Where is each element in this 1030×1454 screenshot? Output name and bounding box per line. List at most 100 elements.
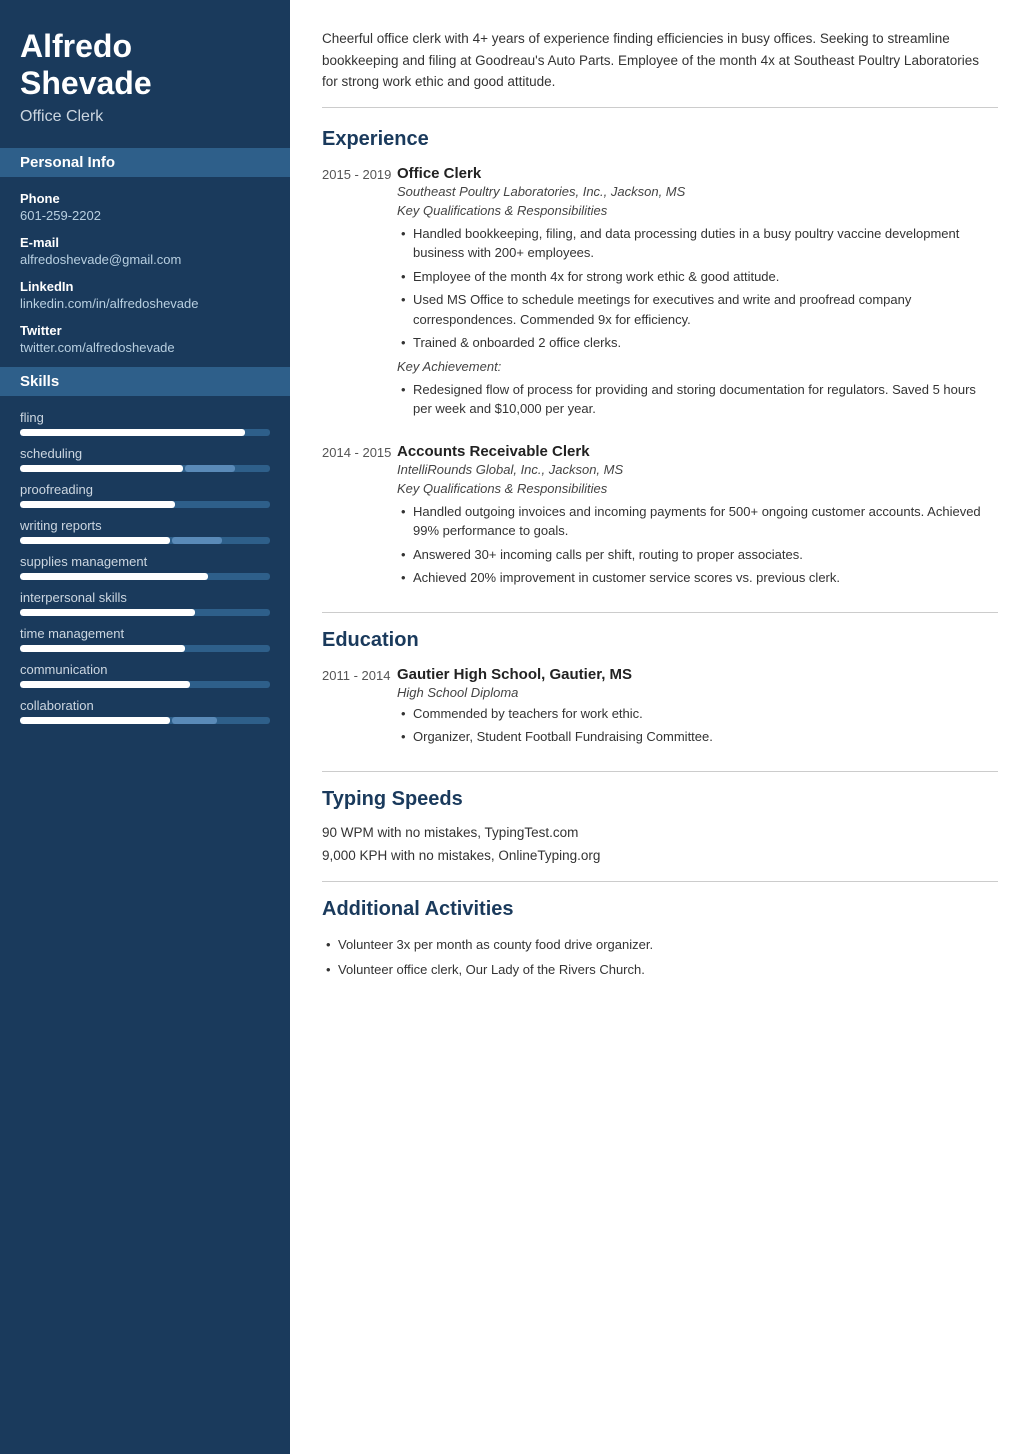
skill-name: interpersonal skills bbox=[20, 590, 270, 605]
skill-item: proofreading bbox=[20, 482, 270, 508]
skill-bar-fill bbox=[20, 465, 183, 472]
experience-title: Experience bbox=[322, 128, 998, 151]
entry-job-title: Accounts Receivable Clerk bbox=[397, 443, 998, 460]
education-list: 2011 - 2014Gautier High School, Gautier,… bbox=[322, 666, 998, 753]
typing-list: 90 WPM with no mistakes, TypingTest.com 9… bbox=[322, 825, 998, 863]
twitter-label: Twitter bbox=[20, 323, 270, 338]
skill-bar-fill bbox=[20, 429, 245, 436]
entry-dates: 2015 - 2019 bbox=[322, 165, 397, 425]
entry-bullets-list: Commended by teachers for work ethic. Org… bbox=[397, 704, 998, 747]
entry-dates: 2014 - 2015 bbox=[322, 443, 397, 594]
experience-entry: 2015 - 2019Office Clerk Southeast Poultry… bbox=[322, 165, 998, 425]
education-entry: 2011 - 2014Gautier High School, Gautier,… bbox=[322, 666, 998, 753]
skill-item: time management bbox=[20, 626, 270, 652]
skill-bar-extra bbox=[172, 537, 222, 544]
personal-info-header: Personal Info bbox=[0, 148, 290, 177]
skill-item: supplies management bbox=[20, 554, 270, 580]
skill-bar-fill bbox=[20, 717, 170, 724]
skill-item: writing reports bbox=[20, 518, 270, 544]
skills-header: Skills bbox=[0, 367, 290, 396]
skill-bar-background bbox=[20, 537, 270, 544]
entry-body: Accounts Receivable Clerk IntelliRounds G… bbox=[397, 443, 998, 594]
email-value: alfredoshevade@gmail.com bbox=[20, 252, 270, 267]
skill-bar-fill bbox=[20, 537, 170, 544]
skill-bar-fill bbox=[20, 645, 185, 652]
skill-item: fling bbox=[20, 410, 270, 436]
experience-entry: 2014 - 2015Accounts Receivable Clerk Inte… bbox=[322, 443, 998, 594]
entry-dates: 2011 - 2014 bbox=[322, 666, 397, 753]
skill-bar-fill bbox=[20, 609, 195, 616]
skill-bar-background bbox=[20, 717, 270, 724]
skill-item: communication bbox=[20, 662, 270, 688]
contact-twitter: Twitter twitter.com/alfredoshevade bbox=[20, 323, 270, 355]
list-item: Volunteer office clerk, Our Lady of the … bbox=[322, 960, 998, 980]
skill-name: fling bbox=[20, 410, 270, 425]
resume-container: Alfredo Shevade Office Clerk Personal In… bbox=[0, 0, 1030, 1454]
summary-text: Cheerful office clerk with 4+ years of e… bbox=[322, 28, 998, 108]
skill-name: supplies management bbox=[20, 554, 270, 569]
skill-name: communication bbox=[20, 662, 270, 677]
skill-bar-extra bbox=[185, 465, 235, 472]
skills-list: fling scheduling proofreading writing repor… bbox=[20, 410, 270, 724]
skill-item: scheduling bbox=[20, 446, 270, 472]
entry-achievement-label: Key Achievement: bbox=[397, 359, 998, 374]
contact-linkedin: LinkedIn linkedin.com/in/alfredoshevade bbox=[20, 279, 270, 311]
entry-body: Gautier High School, Gautier, MS High Sch… bbox=[397, 666, 998, 753]
list-item: Commended by teachers for work ethic. bbox=[397, 704, 998, 724]
skill-bar-extra bbox=[172, 717, 217, 724]
linkedin-value: linkedin.com/in/alfredoshevade bbox=[20, 296, 270, 311]
entry-bullets-list: Handled outgoing invoices and incoming p… bbox=[397, 502, 998, 588]
list-item: Volunteer 3x per month as county food dr… bbox=[322, 935, 998, 955]
entry-company: IntelliRounds Global, Inc., Jackson, MS bbox=[397, 462, 998, 477]
list-item: Handled outgoing invoices and incoming p… bbox=[397, 502, 998, 541]
candidate-title: Office Clerk bbox=[20, 108, 270, 126]
entry-job-title: Office Clerk bbox=[397, 165, 998, 182]
skill-name: proofreading bbox=[20, 482, 270, 497]
typing-speed-item: 90 WPM with no mistakes, TypingTest.com bbox=[322, 825, 998, 840]
phone-value: 601-259-2202 bbox=[20, 208, 270, 223]
skill-bar-background bbox=[20, 573, 270, 580]
entry-school-name: Gautier High School, Gautier, MS bbox=[397, 666, 998, 683]
skill-bar-background bbox=[20, 609, 270, 616]
sidebar: Alfredo Shevade Office Clerk Personal In… bbox=[0, 0, 290, 1454]
activities-title: Additional Activities bbox=[322, 898, 998, 921]
skill-item: interpersonal skills bbox=[20, 590, 270, 616]
experience-list: 2015 - 2019Office Clerk Southeast Poultry… bbox=[322, 165, 998, 594]
skill-bar-background bbox=[20, 645, 270, 652]
list-item: Redesigned flow of process for providing… bbox=[397, 380, 998, 419]
entry-company: Southeast Poultry Laboratories, Inc., Ja… bbox=[397, 184, 998, 199]
skill-bar-background bbox=[20, 429, 270, 436]
activities-list: Volunteer 3x per month as county food dr… bbox=[322, 935, 998, 980]
skill-bar-background bbox=[20, 681, 270, 688]
entry-qualifications-label: Key Qualifications & Responsibilities bbox=[397, 481, 998, 496]
section-divider-typing bbox=[322, 771, 998, 772]
twitter-value: twitter.com/alfredoshevade bbox=[20, 340, 270, 355]
linkedin-label: LinkedIn bbox=[20, 279, 270, 294]
skill-name: time management bbox=[20, 626, 270, 641]
phone-label: Phone bbox=[20, 191, 270, 206]
skill-name: scheduling bbox=[20, 446, 270, 461]
list-item: Achieved 20% improvement in customer ser… bbox=[397, 568, 998, 588]
section-divider-education bbox=[322, 612, 998, 613]
list-item: Employee of the month 4x for strong work… bbox=[397, 267, 998, 287]
main-content: Cheerful office clerk with 4+ years of e… bbox=[290, 0, 1030, 1454]
list-item: Organizer, Student Football Fundraising … bbox=[397, 727, 998, 747]
typing-speed-item: 9,000 KPH with no mistakes, OnlineTyping… bbox=[322, 848, 998, 863]
skill-item: collaboration bbox=[20, 698, 270, 724]
entry-achievement-bullets: Redesigned flow of process for providing… bbox=[397, 380, 998, 419]
skill-name: writing reports bbox=[20, 518, 270, 533]
skill-bar-fill bbox=[20, 573, 208, 580]
entry-body: Office Clerk Southeast Poultry Laboratori… bbox=[397, 165, 998, 425]
skill-bar-fill bbox=[20, 501, 175, 508]
list-item: Trained & onboarded 2 office clerks. bbox=[397, 333, 998, 353]
education-title: Education bbox=[322, 629, 998, 652]
list-item: Used MS Office to schedule meetings for … bbox=[397, 290, 998, 329]
skill-bar-background bbox=[20, 501, 270, 508]
entry-degree: High School Diploma bbox=[397, 685, 998, 700]
skill-bar-background bbox=[20, 465, 270, 472]
typing-title: Typing Speeds bbox=[322, 788, 998, 811]
list-item: Handled bookkeeping, filing, and data pr… bbox=[397, 224, 998, 263]
entry-bullets-list: Handled bookkeeping, filing, and data pr… bbox=[397, 224, 998, 353]
contact-email: E-mail alfredoshevade@gmail.com bbox=[20, 235, 270, 267]
list-item: Answered 30+ incoming calls per shift, r… bbox=[397, 545, 998, 565]
